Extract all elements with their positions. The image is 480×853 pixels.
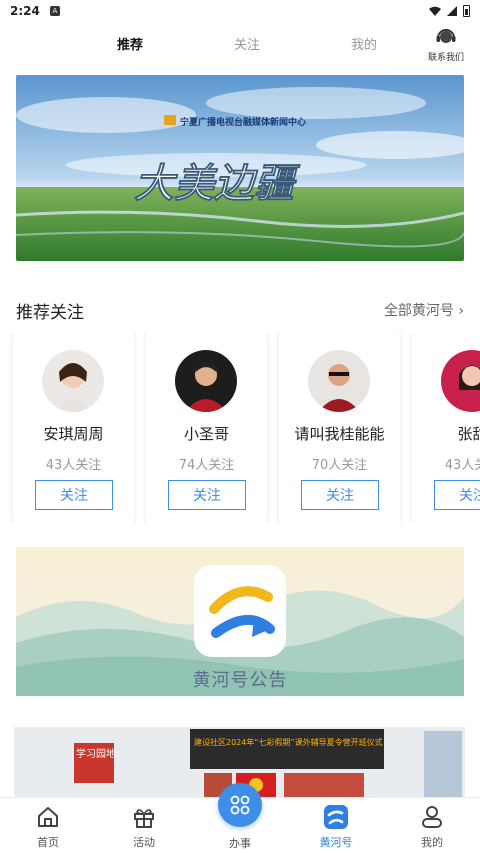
tab-follow[interactable]: 关注 <box>234 34 260 53</box>
nav-mine-label: 我的 <box>421 836 443 849</box>
huanghe-nav-icon <box>324 805 348 829</box>
recommend-card[interactable]: 张甜 43人关注 关注 <box>412 332 480 524</box>
card-follow-count: 74人关注 <box>178 458 235 473</box>
status-bar: 2:24 A <box>0 0 480 22</box>
nav-service-label: 办事 <box>229 837 251 850</box>
nav-activity-label: 活动 <box>133 836 155 849</box>
nav-mine[interactable]: 我的 <box>402 804 462 850</box>
follow-button[interactable]: 关注 <box>168 480 246 510</box>
nav-service-button[interactable] <box>218 783 262 827</box>
user-icon <box>422 806 442 828</box>
signal-icon <box>447 6 457 16</box>
card-follow-count: 43人关注 <box>444 458 480 473</box>
tv-logo-icon <box>164 115 176 125</box>
follow-button[interactable]: 关注 <box>434 480 480 510</box>
contact-us-label: 联系我们 <box>427 53 464 63</box>
contact-us-button[interactable]: 联系我们 <box>426 26 466 63</box>
bottom-nav: 首页 活动 办事 黄河号 我的 <box>0 783 480 853</box>
wifi-icon <box>429 6 441 16</box>
app-root: 2:24 A 推荐 关注 我的 联系我们 宁夏广播电视台融媒体新闻中心 大美边疆… <box>0 0 480 853</box>
banner-carousel[interactable]: 宁夏广播电视台融媒体新闻中心 大美边疆 <box>16 75 464 261</box>
follow-button[interactable]: 关注 <box>301 480 379 510</box>
gift-icon <box>134 809 154 828</box>
recommend-cards[interactable]: 安琪周周 43人关注 关注 小圣哥 74人关注 关注 请叫我桂能能 70人关注 … <box>0 332 480 524</box>
sign-text: 建设社区2024年“七彩假期”课外辅导夏令营开班仪式 <box>194 737 383 747</box>
card-name: 张甜 <box>457 425 480 443</box>
nav-home-label: 首页 <box>37 836 59 849</box>
nav-huanghe-label: 黄河号 <box>319 836 353 849</box>
status-icons <box>429 5 470 17</box>
recommend-card[interactable]: 请叫我桂能能 70人关注 关注 <box>279 332 400 524</box>
tab-mine[interactable]: 我的 <box>351 34 377 53</box>
wall-text: 学习园地 <box>76 747 116 760</box>
nav-huanghe[interactable]: 黄河号 <box>306 804 366 850</box>
announcement-label: 黄河号公告 <box>192 670 288 691</box>
card-name: 请叫我桂能能 <box>294 425 385 443</box>
banner-image: 宁夏广播电视台融媒体新闻中心 大美边疆 <box>16 75 464 261</box>
card-follow-count: 70人关注 <box>311 458 368 473</box>
card-follow-count: 43人关注 <box>45 458 102 473</box>
recommend-card[interactable]: 小圣哥 74人关注 关注 <box>146 332 267 524</box>
section-title: 推荐关注 <box>16 303 84 323</box>
banner-title: 大美边疆 <box>134 160 301 207</box>
nav-home[interactable]: 首页 <box>18 804 78 850</box>
card-name: 安琪周周 <box>43 425 104 443</box>
notification-icon: A <box>49 6 60 16</box>
top-tabs: 推荐 关注 我的 联系我们 <box>0 26 480 66</box>
status-time: 2:24 <box>10 4 40 18</box>
home-icon <box>38 807 58 827</box>
headset-icon <box>436 29 456 43</box>
card-name: 小圣哥 <box>183 425 229 443</box>
all-huanghe-link[interactable]: 全部黄河号 › <box>384 300 464 320</box>
follow-button[interactable]: 关注 <box>35 480 113 510</box>
avatar <box>308 350 370 412</box>
tab-recommend[interactable]: 推荐 <box>117 34 143 53</box>
nav-activity[interactable]: 活动 <box>114 804 174 850</box>
battery-icon <box>463 5 470 17</box>
recommend-card[interactable]: 安琪周周 43人关注 关注 <box>13 332 134 524</box>
banner-org: 宁夏广播电视台融媒体新闻中心 <box>180 116 306 127</box>
avatar <box>441 350 480 412</box>
avatar <box>42 350 104 412</box>
avatar <box>175 350 237 412</box>
grid-icon <box>230 795 250 815</box>
